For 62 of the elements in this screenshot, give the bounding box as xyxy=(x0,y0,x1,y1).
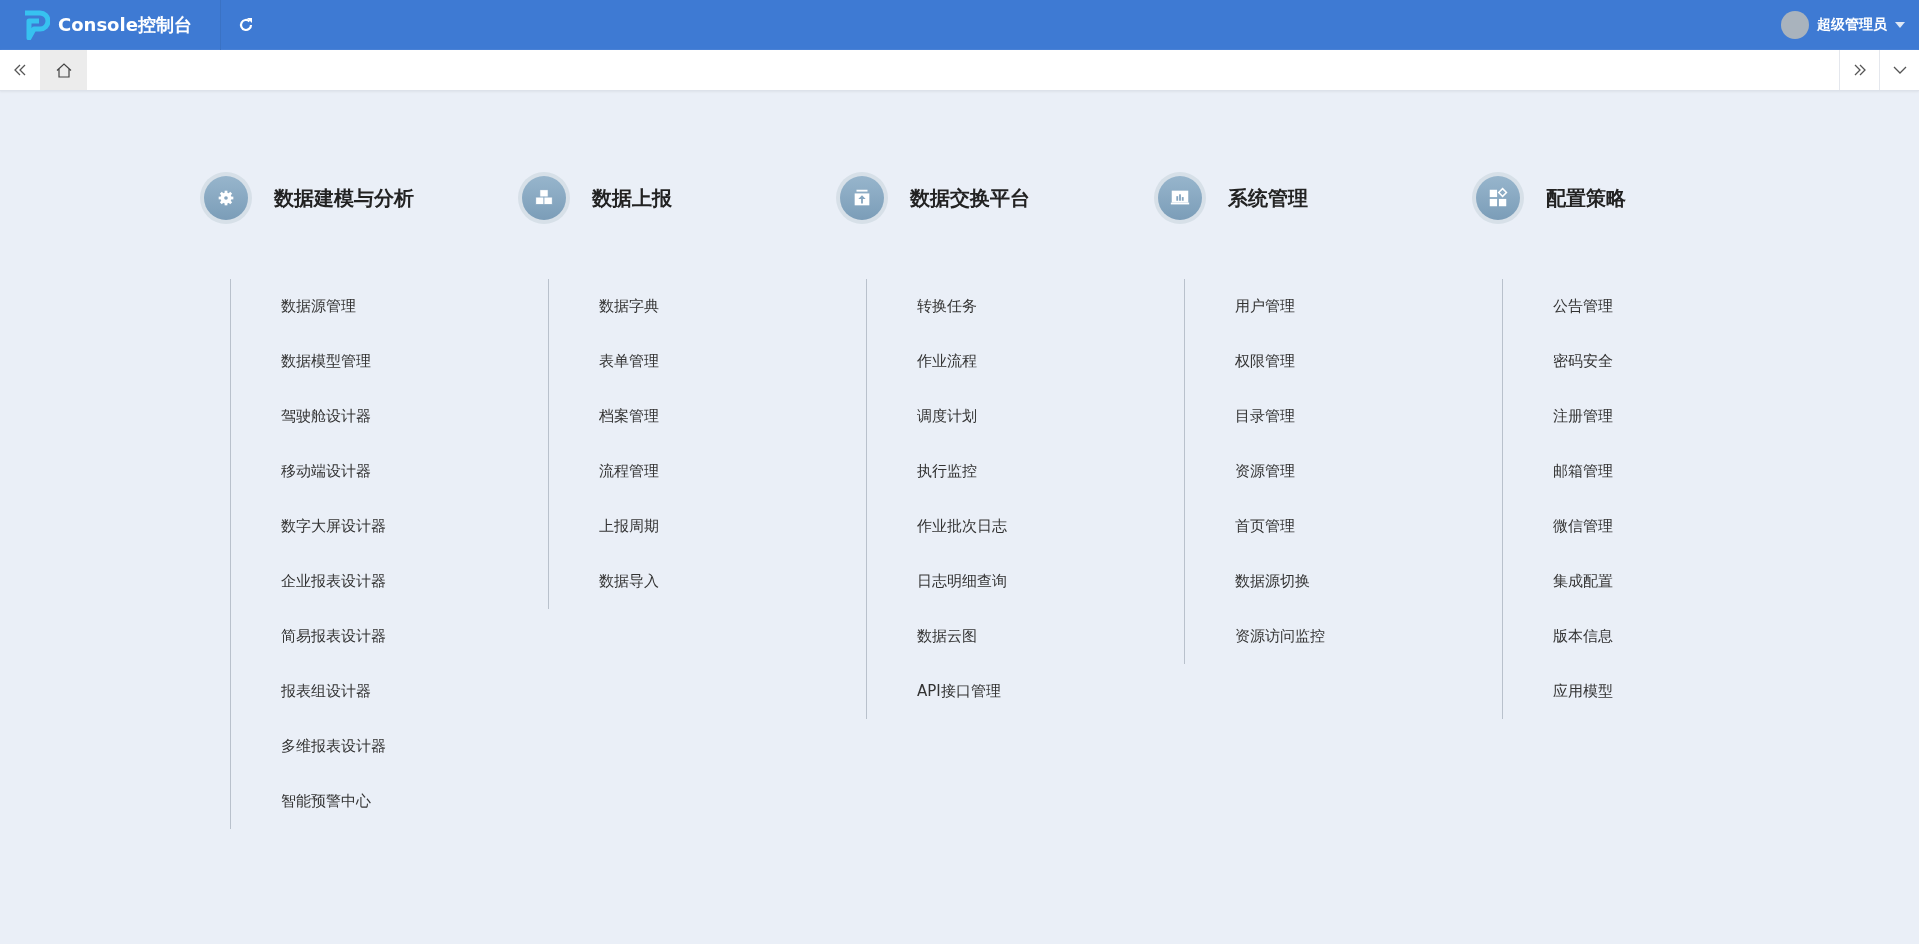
category-title: 系统管理 xyxy=(1228,184,1308,212)
menu-item[interactable]: 表单管理 xyxy=(599,334,659,389)
caret-icon[interactable] xyxy=(1895,22,1905,28)
menu-item[interactable]: 移动端设计器 xyxy=(281,444,371,499)
menu-item[interactable]: 智能预警中心 xyxy=(281,774,371,829)
user-name[interactable]: 超级管理员 xyxy=(1817,16,1887,34)
menu-item[interactable]: API接口管理 xyxy=(917,664,1001,719)
chart-icon xyxy=(1154,172,1206,224)
menu-item[interactable]: 档案管理 xyxy=(599,389,659,444)
menu-item[interactable]: 数字大屏设计器 xyxy=(281,499,386,554)
home-icon xyxy=(55,62,72,78)
menu-item[interactable]: 驾驶舱设计器 xyxy=(281,389,371,444)
menu-item[interactable]: 首页管理 xyxy=(1235,499,1295,554)
menu-item[interactable]: 邮箱管理 xyxy=(1553,444,1613,499)
menu-item[interactable]: 数据源切换 xyxy=(1235,554,1310,609)
menu-item[interactable]: 应用模型 xyxy=(1553,664,1613,719)
home-tab[interactable] xyxy=(40,50,87,90)
double-chevron-right-icon xyxy=(1852,64,1867,76)
menu-item[interactable]: 转换任务 xyxy=(917,279,977,334)
menu-item[interactable]: 数据导入 xyxy=(599,554,659,609)
category-title: 数据交换平台 xyxy=(910,184,1030,212)
menu-item[interactable]: 数据源管理 xyxy=(281,279,356,334)
menu-item[interactable]: 注册管理 xyxy=(1553,389,1613,444)
menu-item[interactable]: 目录管理 xyxy=(1235,389,1295,444)
menu-item[interactable]: 数据字典 xyxy=(599,279,659,334)
menu-item[interactable]: 微信管理 xyxy=(1553,499,1613,554)
gear-icon xyxy=(200,172,252,224)
menu-item[interactable]: 数据云图 xyxy=(917,609,977,664)
cubes-icon xyxy=(518,172,570,224)
scroll-left-button[interactable] xyxy=(0,50,40,90)
blocks-icon xyxy=(1472,172,1524,224)
menu-item[interactable]: 作业流程 xyxy=(917,334,977,389)
menu-item[interactable]: 版本信息 xyxy=(1553,609,1613,664)
menu-item[interactable]: 简易报表设计器 xyxy=(281,609,386,664)
menu-item[interactable]: 资源访问监控 xyxy=(1235,609,1325,664)
double-chevron-left-icon xyxy=(13,64,27,76)
menu-item[interactable]: 流程管理 xyxy=(599,444,659,499)
avatar-icon[interactable] xyxy=(1781,11,1809,39)
menu-item[interactable]: 执行监控 xyxy=(917,444,977,499)
category-title: 配置策略 xyxy=(1546,184,1626,212)
menu-item[interactable]: 权限管理 xyxy=(1235,334,1295,389)
category-title: 数据上报 xyxy=(592,184,672,212)
app-title: Console控制台 xyxy=(58,13,192,37)
menu-item[interactable]: 集成配置 xyxy=(1553,554,1613,609)
category-title: 数据建模与分析 xyxy=(274,184,414,212)
logo-icon xyxy=(22,10,50,40)
menu-item[interactable]: 密码安全 xyxy=(1553,334,1613,389)
menu-item[interactable]: 资源管理 xyxy=(1235,444,1295,499)
menu-item[interactable]: 调度计划 xyxy=(917,389,977,444)
upload-icon xyxy=(836,172,888,224)
menu-item[interactable]: 企业报表设计器 xyxy=(281,554,386,609)
scroll-right-button[interactable] xyxy=(1839,50,1879,90)
chevron-down-icon xyxy=(1892,66,1907,74)
menu-item[interactable]: 多维报表设计器 xyxy=(281,719,386,774)
menu-item[interactable]: 报表组设计器 xyxy=(281,664,371,719)
menu-item[interactable]: 日志明细查询 xyxy=(917,554,1007,609)
dropdown-button[interactable] xyxy=(1879,50,1919,90)
menu-item[interactable]: 作业批次日志 xyxy=(917,499,1007,554)
menu-item[interactable]: 用户管理 xyxy=(1235,279,1295,334)
menu-item[interactable]: 上报周期 xyxy=(599,499,659,554)
menu-item[interactable]: 数据模型管理 xyxy=(281,334,371,389)
menu-item[interactable]: 公告管理 xyxy=(1553,279,1613,334)
